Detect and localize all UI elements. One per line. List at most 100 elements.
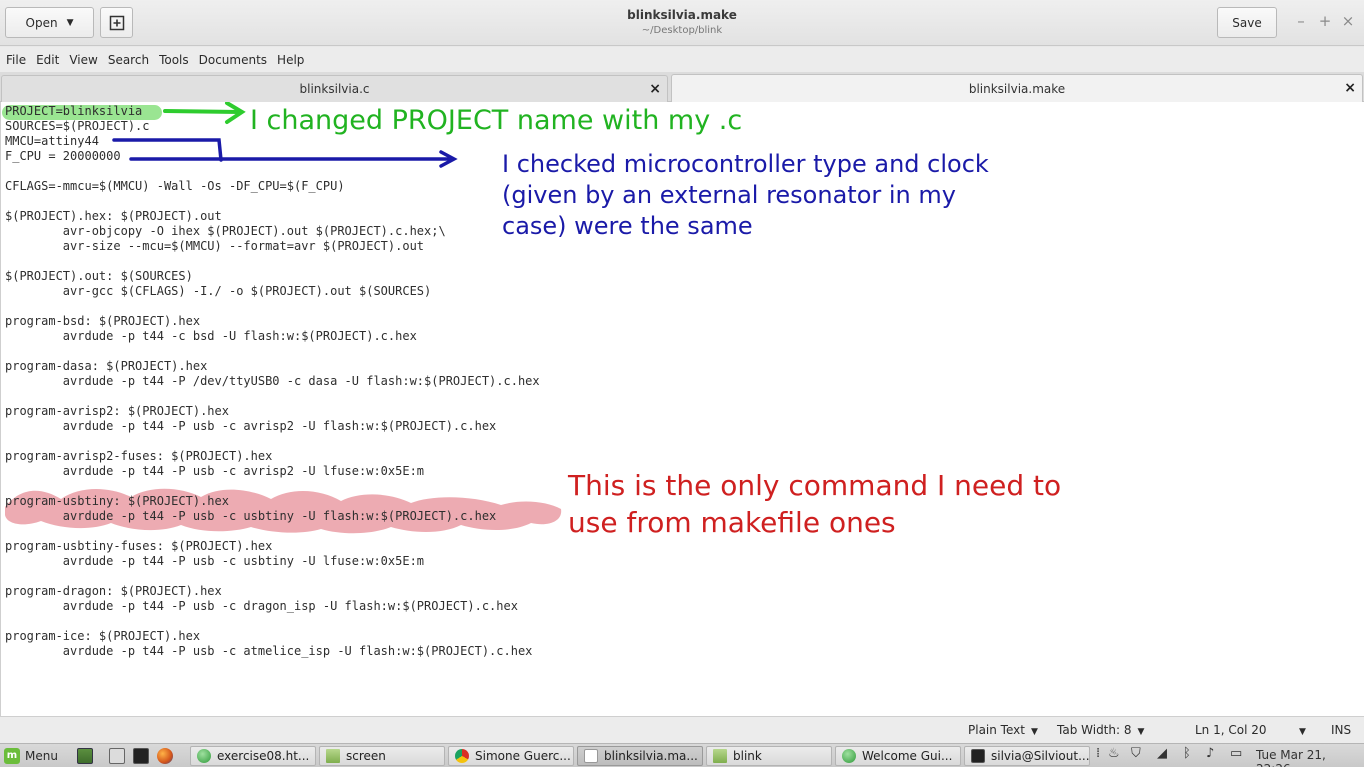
update-manager-icon[interactable]: ♨ <box>1108 746 1120 761</box>
close-window-icon[interactable]: × <box>1340 12 1356 30</box>
code-line: program-usbtiny-fuses: $(PROJECT).hex <box>5 539 273 553</box>
code-line: avrdude -p t44 -P usb -c avrisp2 -U lfus… <box>5 464 425 478</box>
chrome-icon <box>455 749 469 763</box>
taskbar-item-welcome[interactable]: Welcome Gui... <box>835 746 961 766</box>
open-button-label: Open <box>25 15 58 30</box>
menu-view[interactable]: View <box>69 53 97 67</box>
taskbar-item-label: screen <box>346 749 386 763</box>
red-annotation-line: use from makefile ones <box>568 506 896 539</box>
language-label: Plain Text <box>968 723 1025 737</box>
code-line: avrdude -p t44 -P usb -c usbtiny -U flas… <box>5 509 497 523</box>
taskbar-item-simone[interactable]: Simone Guerc... <box>448 746 574 766</box>
taskbar-item-terminal[interactable]: silvia@Silviout... <box>964 746 1090 766</box>
chevron-down-icon: ▼ <box>1030 727 1038 737</box>
tab-width-selector[interactable]: Tab Width: 8 ▼ <box>1057 723 1144 737</box>
menu-search[interactable]: Search <box>108 53 149 67</box>
taskbar-item-exercise08[interactable]: exercise08.ht... <box>190 746 316 766</box>
firefox-icon[interactable] <box>157 748 173 764</box>
tab-bar: blinksilvia.c × blinksilvia.make × <box>0 72 1364 103</box>
code-line: avr-size --mcu=$(MMCU) --format=avr $(PR… <box>5 239 425 253</box>
taskbar-item-label: blink <box>733 749 762 763</box>
chevron-down-icon: ▼ <box>1299 727 1306 737</box>
taskbar: m Menu exercise08.ht... screen Simone Gu… <box>0 743 1364 767</box>
menu-tools[interactable]: Tools <box>159 53 189 67</box>
menu-label: Menu <box>25 749 58 763</box>
maximize-icon[interactable]: + <box>1317 12 1333 30</box>
insert-mode: INS <box>1331 723 1352 737</box>
folder-icon <box>326 749 340 763</box>
taskbar-item-label: Welcome Gui... <box>862 749 953 763</box>
taskbar-item-blinksilvia-make[interactable]: blinksilvia.ma... <box>577 746 703 766</box>
menu-help[interactable]: Help <box>277 53 304 67</box>
code-line: program-usbtiny: $(PROJECT).hex <box>5 494 229 508</box>
code-line: $(PROJECT).out: $(SOURCES) <box>5 269 193 283</box>
close-tab-icon[interactable]: × <box>649 81 661 97</box>
tray-separator: ⁞ <box>1096 746 1101 761</box>
shield-icon[interactable]: ⛉ <box>1131 746 1141 761</box>
file-manager-icon[interactable] <box>109 748 125 764</box>
taskbar-item-blink[interactable]: blink <box>706 746 832 766</box>
code-line: program-ice: $(PROJECT).hex <box>5 629 201 643</box>
code-line: program-bsd: $(PROJECT).hex <box>5 314 201 328</box>
chevron-down-icon: ▼ <box>1137 727 1145 737</box>
code-line: avrdude -p t44 -P usb -c avrisp2 -U flas… <box>5 419 497 433</box>
code-line: avr-gcc $(CFLAGS) -I./ -o $(PROJECT).out… <box>5 284 432 298</box>
code-text: PROJECT=blinksilvia SOURCES=$(PROJECT).c M… <box>5 104 540 659</box>
window-title-block: blinksilvia.make ~/Desktop/blink <box>480 8 884 36</box>
bluetooth-icon[interactable]: ᛒ <box>1183 746 1191 761</box>
taskbar-item-screen[interactable]: screen <box>319 746 445 766</box>
tab-blinksilvia-make[interactable]: blinksilvia.make × <box>671 74 1363 103</box>
red-annotation-line: This is the only command I need to <box>568 469 1062 502</box>
taskbar-item-label: silvia@Silviout... <box>991 749 1090 763</box>
network-icon[interactable]: ◢ <box>1157 746 1167 761</box>
window-subtitle: ~/Desktop/blink <box>641 25 723 36</box>
code-line: program-dragon: $(PROJECT).hex <box>5 584 222 598</box>
clock[interactable]: Tue Mar 21, 22:26 <box>1256 748 1364 767</box>
menu-bar: File Edit View Search Tools Documents He… <box>0 47 1364 72</box>
code-line: CFLAGS=-mmcu=$(MMCU) -Wall -Os -DF_CPU=$… <box>5 179 345 193</box>
code-line: MMCU=attiny44 <box>5 134 99 148</box>
close-tab-icon[interactable]: × <box>1344 80 1356 96</box>
start-menu-button[interactable]: m Menu <box>4 746 58 766</box>
terminal-icon[interactable] <box>133 748 149 764</box>
menu-documents[interactable]: Documents <box>199 53 267 67</box>
code-line: $(PROJECT).hex: $(PROJECT).out <box>5 209 222 223</box>
red-annotation: This is the only command I need to use f… <box>568 467 1061 541</box>
cursor-position[interactable]: Ln 1, Col 20 <box>1195 723 1267 737</box>
save-button[interactable]: Save <box>1217 7 1277 38</box>
code-line: program-dasa: $(PROJECT).hex <box>5 359 208 373</box>
code-line: program-avrisp2-fuses: $(PROJECT).hex <box>5 449 273 463</box>
tab-blinksilvia-c[interactable]: blinksilvia.c × <box>1 75 668 102</box>
text-editor-icon <box>584 749 598 763</box>
position-dropdown[interactable]: ▼ <box>1293 723 1306 737</box>
code-line: avrdude -p t44 -P usb -c usbtiny -U lfus… <box>5 554 425 568</box>
show-desktop-icon[interactable] <box>77 748 93 764</box>
open-button[interactable]: Open ▼ <box>5 7 94 38</box>
globe-icon <box>197 749 211 763</box>
minimize-icon[interactable]: – <box>1293 12 1309 30</box>
menu-edit[interactable]: Edit <box>36 53 59 67</box>
menu-file[interactable]: File <box>6 53 26 67</box>
chevron-down-icon: ▼ <box>66 17 74 28</box>
tab-label: blinksilvia.c <box>299 82 370 96</box>
battery-icon[interactable]: ▭ <box>1230 746 1242 761</box>
status-bar: Plain Text ▼ Tab Width: 8 ▼ Ln 1, Col 20 ▼… <box>0 716 1364 743</box>
language-selector[interactable]: Plain Text ▼ <box>968 723 1038 737</box>
new-tab-button[interactable] <box>100 7 133 38</box>
text-editor-area[interactable]: PROJECT=blinksilvia SOURCES=$(PROJECT).c M… <box>0 102 1364 716</box>
cursor-position-label: Ln 1, Col 20 <box>1195 723 1267 737</box>
volume-icon[interactable]: ♪ <box>1206 746 1214 761</box>
terminal-icon <box>971 749 985 763</box>
taskbar-item-label: Simone Guerc... <box>475 749 571 763</box>
code-line: avrdude -p t44 -P /dev/ttyUSB0 -c dasa -… <box>5 374 540 388</box>
